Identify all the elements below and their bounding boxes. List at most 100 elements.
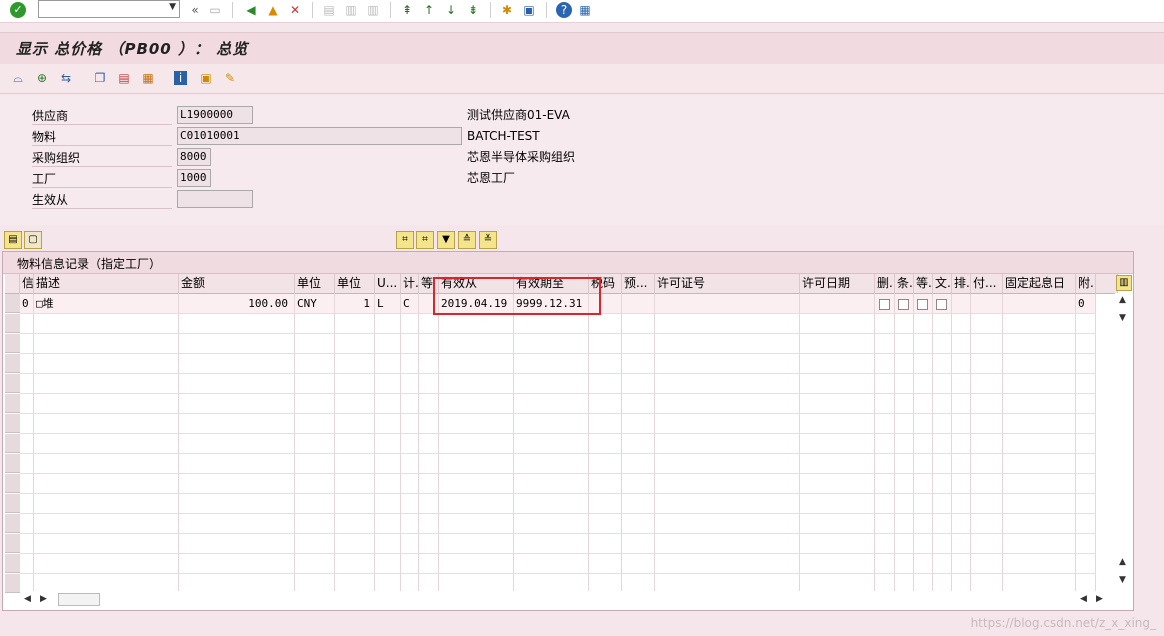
column-header[interactable]: 条. (895, 274, 914, 294)
table-cell[interactable] (875, 534, 895, 554)
table-cell[interactable] (375, 314, 401, 334)
table-cell[interactable] (1003, 354, 1076, 374)
column-header[interactable]: 单位 (335, 274, 375, 294)
table-cell[interactable] (295, 354, 335, 374)
table-cell[interactable] (401, 414, 419, 434)
table-cell[interactable] (401, 474, 419, 494)
table-cell[interactable] (1076, 474, 1096, 494)
table-cell[interactable]: C (401, 294, 419, 314)
table-cell[interactable] (439, 354, 514, 374)
table-cell[interactable] (401, 494, 419, 514)
row-selector[interactable] (5, 534, 20, 553)
table-cell[interactable]: 0 (1076, 294, 1096, 314)
table-cell[interactable] (971, 354, 1003, 374)
column-header[interactable]: 预... (622, 274, 655, 294)
table-cell[interactable] (1003, 434, 1076, 454)
table-cell[interactable] (179, 414, 295, 434)
table-cell[interactable] (20, 534, 34, 554)
scroll-right-icon[interactable]: ▶ (40, 594, 47, 604)
table-cell[interactable] (1003, 374, 1076, 394)
shortcut-icon[interactable]: ▣ (520, 1, 538, 19)
table-cell[interactable] (514, 334, 589, 354)
table-cell[interactable] (335, 454, 375, 474)
table-cell[interactable] (800, 514, 875, 534)
table-cell[interactable] (800, 354, 875, 374)
table-cell[interactable] (589, 494, 622, 514)
table-cell[interactable] (401, 394, 419, 414)
exit-icon[interactable]: ▲ (264, 1, 282, 19)
table-cell[interactable] (971, 294, 1003, 314)
table-cell[interactable] (419, 334, 439, 354)
table-cell[interactable] (1076, 334, 1096, 354)
table-cell[interactable] (895, 354, 914, 374)
table-cell[interactable] (179, 334, 295, 354)
table-cell[interactable] (179, 554, 295, 574)
table-cell[interactable] (933, 434, 952, 454)
table-cell[interactable] (655, 454, 800, 474)
table-cell[interactable] (20, 414, 34, 434)
column-header[interactable]: 文. (933, 274, 952, 294)
table-cell[interactable] (655, 554, 800, 574)
table-cell[interactable] (933, 534, 952, 554)
table-cell[interactable] (1076, 534, 1096, 554)
table-cell[interactable] (401, 454, 419, 474)
table-cell[interactable] (914, 494, 933, 514)
table-cell[interactable] (1076, 314, 1096, 334)
table-cell[interactable] (419, 514, 439, 534)
table-cell[interactable] (514, 494, 589, 514)
table-cell[interactable] (20, 314, 34, 334)
table-cell[interactable] (971, 374, 1003, 394)
table-cell[interactable] (34, 394, 179, 414)
table-cell[interactable] (1076, 514, 1096, 534)
table-cell[interactable] (439, 394, 514, 414)
table-cell[interactable] (589, 454, 622, 474)
table-cell[interactable] (971, 554, 1003, 574)
table-cell[interactable]: 1 (335, 294, 375, 314)
table-cell[interactable] (622, 514, 655, 534)
table-cell[interactable] (34, 374, 179, 394)
table-cell[interactable] (514, 554, 589, 574)
row-selector[interactable] (5, 294, 20, 313)
table-cell[interactable]: □堆 (34, 294, 179, 314)
table-cell[interactable] (375, 374, 401, 394)
table-cell[interactable] (1003, 294, 1076, 314)
table-cell[interactable] (20, 474, 34, 494)
table-cell[interactable] (1003, 454, 1076, 474)
table-cell[interactable] (800, 454, 875, 474)
table-cell[interactable] (335, 394, 375, 414)
table-cell[interactable] (34, 434, 179, 454)
table-cell[interactable] (875, 514, 895, 534)
table-cell[interactable] (295, 534, 335, 554)
table-cell[interactable] (589, 554, 622, 574)
table-cell[interactable] (589, 334, 622, 354)
table-cell[interactable] (971, 334, 1003, 354)
table-cell[interactable] (439, 494, 514, 514)
scroll-up-icon[interactable]: ▲ (1119, 295, 1126, 305)
table-cell[interactable] (655, 534, 800, 554)
table-cell[interactable] (875, 474, 895, 494)
table-cell[interactable] (295, 334, 335, 354)
table-cell[interactable] (952, 554, 971, 574)
table-cell[interactable] (419, 314, 439, 334)
table-cell[interactable] (375, 354, 401, 374)
scroll-right-icon[interactable]: ▶ (1096, 594, 1103, 604)
table-cell[interactable] (20, 494, 34, 514)
table-cell[interactable] (439, 314, 514, 334)
table-cell[interactable] (514, 414, 589, 434)
table-cell[interactable] (20, 514, 34, 534)
back-icon[interactable]: ◀ (242, 1, 260, 19)
table-cell[interactable] (971, 514, 1003, 534)
find-icon[interactable]: ▥ (342, 1, 360, 19)
table-cell[interactable] (622, 414, 655, 434)
table-cell[interactable] (335, 514, 375, 534)
table-cell[interactable] (895, 414, 914, 434)
table-cell[interactable] (933, 474, 952, 494)
table-cell[interactable] (295, 394, 335, 414)
table-cell[interactable]: CNY (295, 294, 335, 314)
table-cell[interactable] (622, 434, 655, 454)
edit-icon[interactable]: ✎ (222, 70, 238, 86)
detail-icon[interactable]: ⊕ (34, 70, 50, 86)
binoculars-icon[interactable]: ⌗ (396, 231, 414, 249)
table-cell[interactable] (401, 534, 419, 554)
table-cell[interactable] (895, 374, 914, 394)
